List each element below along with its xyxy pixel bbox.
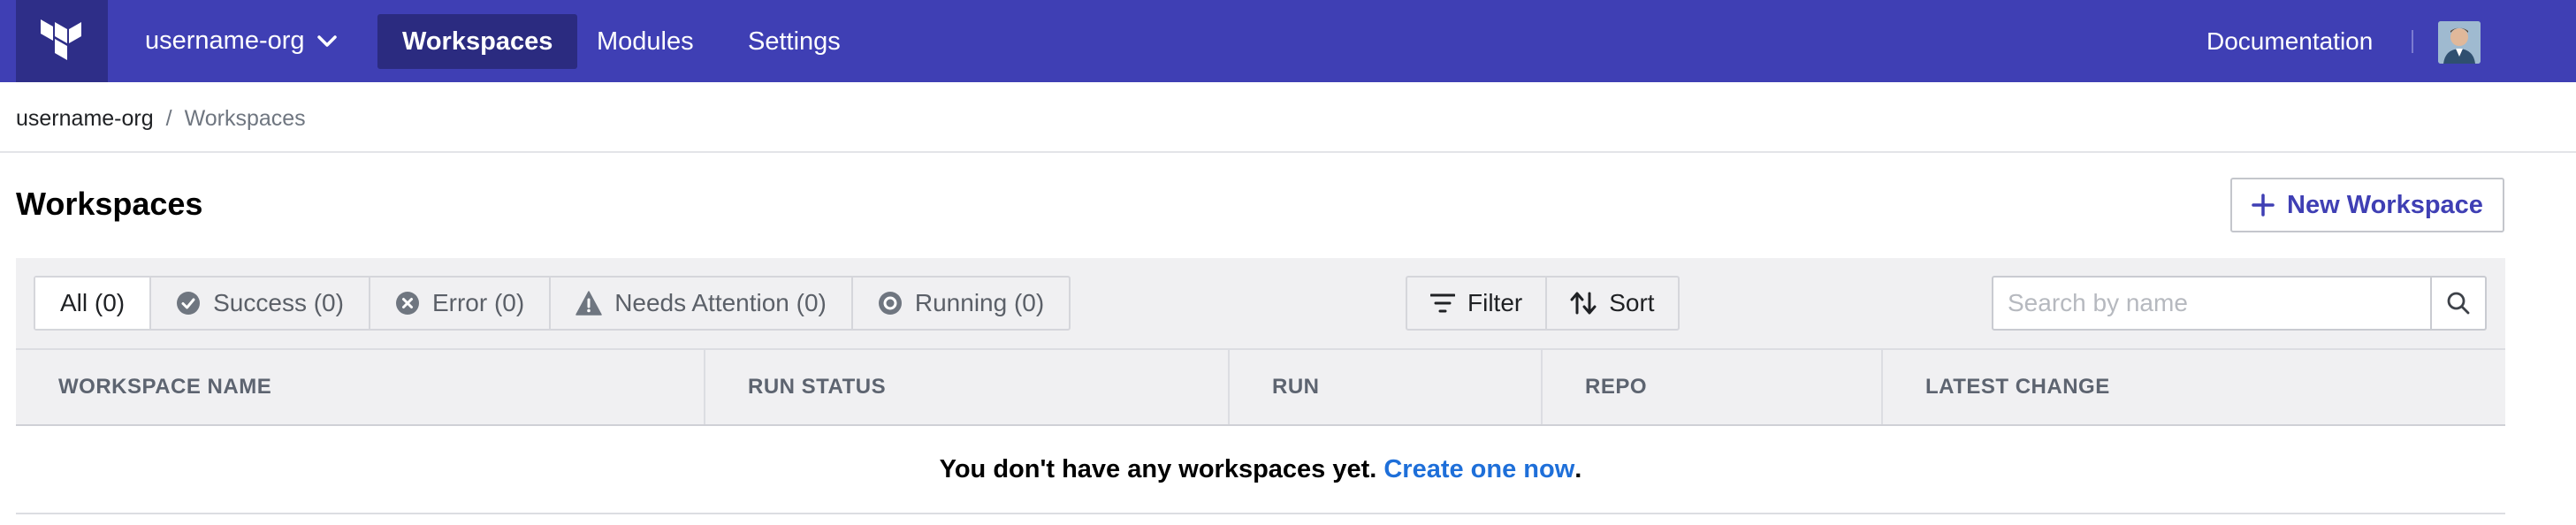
- search-icon: [2446, 291, 2471, 316]
- column-header-run[interactable]: RUN: [1228, 350, 1541, 424]
- sort-button[interactable]: Sort: [1545, 278, 1677, 329]
- nav-settings[interactable]: Settings: [723, 14, 865, 69]
- plus-icon: [2252, 194, 2275, 217]
- nav-documentation[interactable]: Documentation: [2206, 0, 2373, 82]
- check-circle-icon: [176, 291, 201, 316]
- empty-state-message: You don't have any workspaces yet. Creat…: [16, 426, 2505, 514]
- new-workspace-label: New Workspace: [2287, 190, 2483, 219]
- empty-state-suffix: .: [1574, 454, 1582, 483]
- empty-state-text: You don't have any workspaces yet.: [939, 454, 1377, 483]
- nav-workspaces[interactable]: Workspaces: [377, 14, 578, 69]
- top-navbar: username-org Workspaces Modules Settings…: [0, 0, 2576, 82]
- tab-all-label: All (0): [60, 289, 126, 316]
- org-switcher[interactable]: username-org: [145, 0, 337, 82]
- tab-success[interactable]: Success (0): [149, 278, 369, 329]
- org-name: username-org: [145, 27, 305, 55]
- workspaces-table-header: WORKSPACE NAME RUN STATUS RUN REPO LATES…: [16, 350, 2505, 426]
- create-workspace-link[interactable]: Create one now: [1383, 455, 1574, 484]
- chevron-down-icon: [316, 34, 337, 48]
- column-header-run-status[interactable]: RUN STATUS: [704, 350, 1228, 424]
- new-workspace-button[interactable]: New Workspace: [2230, 178, 2504, 232]
- tab-all[interactable]: All (0): [35, 278, 150, 329]
- tab-error[interactable]: Error (0): [368, 278, 549, 329]
- page-title: Workspaces: [16, 186, 203, 222]
- breadcrumb-current: Workspaces: [184, 105, 306, 131]
- running-circle-icon: [878, 291, 903, 316]
- breadcrumb: username-org / Workspaces: [16, 103, 306, 134]
- breadcrumb-org-link[interactable]: username-org: [16, 106, 154, 132]
- user-avatar[interactable]: [2438, 21, 2481, 64]
- column-header-workspace-name[interactable]: WORKSPACE NAME: [16, 350, 704, 424]
- warning-icon: [575, 291, 602, 316]
- filter-label: Filter: [1467, 289, 1523, 316]
- status-filter-tabs: All (0) Success (0) Error (0) Needs Atte…: [34, 276, 1071, 331]
- search-box: [1992, 276, 2487, 331]
- tab-running-label: Running (0): [914, 289, 1045, 316]
- tab-running[interactable]: Running (0): [850, 278, 1069, 329]
- tab-needs-attention-label: Needs Attention (0): [614, 289, 827, 316]
- filter-button[interactable]: Filter: [1407, 278, 1545, 329]
- sort-icon: [1570, 292, 1597, 315]
- nav-modules[interactable]: Modules: [572, 14, 719, 69]
- breadcrumb-divider: [0, 151, 2576, 153]
- sort-label: Sort: [1609, 289, 1655, 316]
- tab-error-label: Error (0): [431, 289, 525, 316]
- breadcrumb-separator: /: [165, 105, 172, 131]
- column-header-repo[interactable]: REPO: [1541, 350, 1881, 424]
- filter-icon: [1430, 293, 1455, 314]
- x-circle-icon: [395, 291, 420, 316]
- terraform-logo-icon[interactable]: [16, 0, 108, 82]
- search-button[interactable]: [2432, 276, 2487, 331]
- tab-success-label: Success (0): [213, 289, 344, 316]
- search-input[interactable]: [1992, 276, 2433, 331]
- filter-toolbar: All (0) Success (0) Error (0) Needs Atte…: [16, 258, 2505, 350]
- column-header-latest-change[interactable]: LATEST CHANGE: [1881, 350, 2505, 424]
- nav-divider: [2412, 30, 2413, 53]
- filter-sort-group: Filter Sort: [1406, 276, 1680, 331]
- tab-needs-attention[interactable]: Needs Attention (0): [549, 278, 851, 329]
